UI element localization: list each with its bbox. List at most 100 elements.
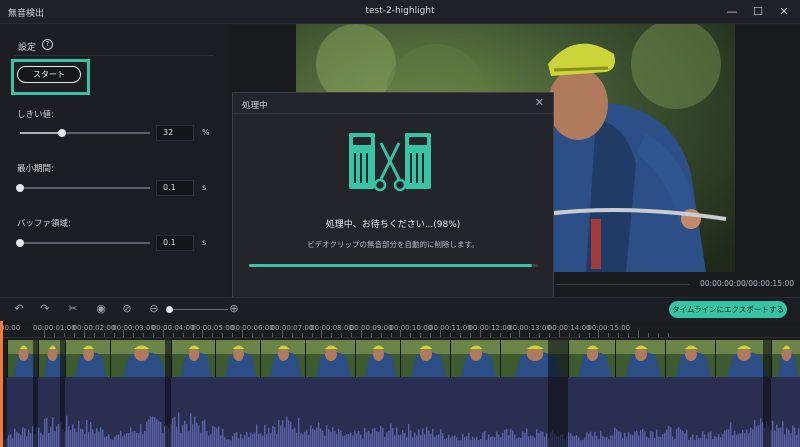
waveform-bar: [328, 429, 330, 447]
video-clip[interactable]: [110, 340, 171, 377]
waveform-bar: [702, 431, 704, 447]
waveform-bar: [740, 433, 742, 447]
waveform-bar: [522, 431, 524, 447]
clip-thumbnail: [569, 340, 615, 377]
video-clip[interactable]: [568, 340, 615, 377]
waveform-bar: [486, 439, 488, 447]
processing-description: ビデオクリップの無音部分を自動的に削除します。: [307, 240, 479, 249]
waveform-bar: [78, 420, 80, 447]
waveform-bar: [620, 432, 622, 447]
minimize-button[interactable]: —: [723, 3, 741, 21]
waveform-bar: [190, 413, 192, 447]
waveform-bar: [676, 428, 678, 447]
undo-icon[interactable]: ↶: [12, 302, 26, 316]
video-clip[interactable]: [65, 340, 110, 377]
video-clip[interactable]: [400, 340, 450, 377]
threshold-slider-thumb[interactable]: [57, 129, 66, 137]
waveform-bar: [84, 434, 86, 447]
min-duration-slider-thumb[interactable]: [16, 184, 24, 192]
waveform-bar: [622, 438, 624, 447]
min-duration-slider[interactable]: [16, 184, 150, 192]
waveform-bar: [176, 427, 178, 447]
video-track[interactable]: [0, 340, 800, 377]
waveform-bar: [434, 436, 436, 447]
ruler-tick: [272, 333, 273, 337]
waveform-bar: [306, 429, 308, 447]
video-clip[interactable]: [260, 340, 305, 377]
ruler-label: 00:00:07:00: [270, 324, 314, 332]
waveform-bar: [98, 431, 100, 447]
waveform-bar: [440, 429, 442, 447]
video-clip[interactable]: [171, 340, 215, 377]
silent-region: [33, 340, 38, 447]
video-clip[interactable]: [215, 340, 260, 377]
buffer-slider[interactable]: [16, 239, 150, 247]
waveform-bar: [424, 434, 426, 447]
waveform-bar: [446, 438, 448, 447]
dialog-close-icon[interactable]: ✕: [535, 96, 544, 109]
zoom-slider[interactable]: [168, 309, 228, 310]
waveform-bar: [238, 438, 240, 447]
video-clip[interactable]: [450, 340, 500, 377]
waveform-bar: [370, 433, 372, 447]
start-button[interactable]: スタート: [17, 66, 81, 83]
ruler-tick: [172, 333, 174, 337]
progress-bar-fill: [249, 264, 533, 267]
export-to-timeline-button[interactable]: タイムラインにエクスポートする: [669, 301, 787, 318]
zoom-slider-thumb[interactable]: [166, 306, 173, 313]
video-clip[interactable]: [355, 340, 400, 377]
video-clip[interactable]: [665, 340, 715, 377]
waveform-bar: [650, 431, 652, 447]
waveform-bar: [48, 432, 50, 447]
waveform-bar: [636, 430, 638, 447]
video-clip[interactable]: [771, 340, 800, 377]
ruler-label: 00:00:11:00: [429, 324, 472, 332]
waveform-bar: [350, 432, 352, 447]
min-duration-value-field[interactable]: 0.1: [156, 180, 194, 196]
clip-thumbnail: [111, 340, 171, 377]
waveform-bar: [336, 433, 338, 447]
waveform-bar: [146, 421, 148, 447]
waveform-bar: [458, 440, 460, 447]
waveform-bar: [726, 429, 728, 447]
threshold-value-field[interactable]: 32: [156, 125, 194, 141]
waveform-bar: [120, 430, 122, 447]
dialog-separator: [233, 113, 553, 114]
waveform-bar: [72, 424, 74, 447]
waveform-bar: [96, 428, 98, 447]
waveform-bar: [646, 436, 648, 447]
timeline-ruler[interactable]: 00:00 00:00:01:00 00:00:02:00 00:00:03:00 00…: [0, 321, 800, 338]
eye-icon[interactable]: ◉: [94, 302, 108, 316]
waveform-bar: [298, 418, 300, 447]
waveform-bar: [304, 431, 306, 447]
waveform-bar: [634, 431, 636, 447]
waveform-bar: [526, 428, 528, 447]
ruler-tick: [64, 333, 65, 337]
zoom-out-icon[interactable]: ⊖: [147, 302, 161, 316]
redo-icon[interactable]: ↷: [38, 302, 52, 316]
threshold-slider[interactable]: [20, 129, 150, 137]
buffer-value-field[interactable]: 0.1: [156, 235, 194, 251]
waveform-bar: [158, 420, 160, 447]
playhead[interactable]: [0, 321, 3, 447]
waveform-bar: [364, 427, 366, 447]
waveform-bar: [224, 437, 226, 447]
video-clip[interactable]: [305, 340, 355, 377]
waveform-bar: [540, 430, 542, 447]
waveform-bar: [196, 422, 198, 447]
buffer-slider-thumb[interactable]: [16, 239, 24, 247]
video-clip[interactable]: [615, 340, 665, 377]
ruler-tick: [390, 333, 392, 337]
eye-off-icon[interactable]: ⊘: [120, 302, 134, 316]
scissors-icon[interactable]: ✂: [66, 302, 80, 316]
ruler-tick: [430, 333, 432, 337]
close-button[interactable]: ✕: [775, 3, 793, 21]
help-icon[interactable]: ?: [42, 39, 53, 50]
waveform-bar: [456, 437, 458, 447]
zoom-in-icon[interactable]: ⊕: [227, 302, 241, 316]
preview-scrub-bar[interactable]: [556, 284, 690, 285]
waveform-bar: [368, 430, 370, 447]
waveform-bar: [256, 424, 258, 447]
maximize-button[interactable]: ☐: [749, 3, 767, 21]
audio-track[interactable]: [0, 377, 800, 447]
